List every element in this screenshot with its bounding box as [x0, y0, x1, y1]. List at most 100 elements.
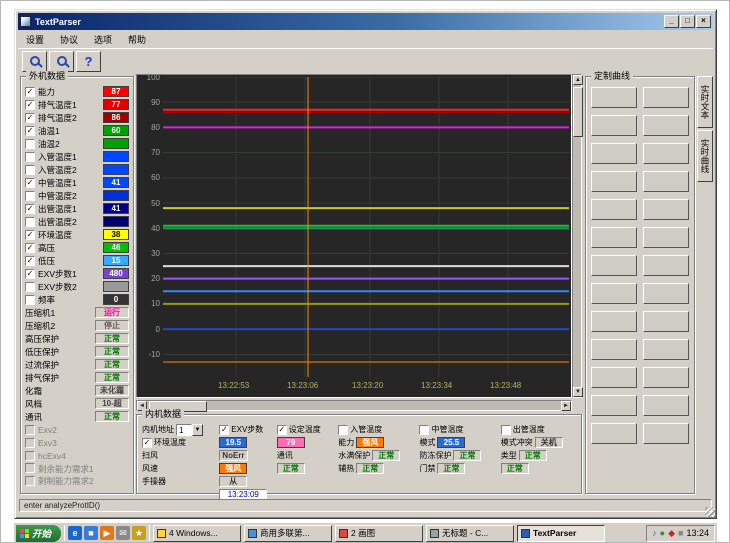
chart-horizontal-scrollbar[interactable]: ◄ ►: [136, 400, 572, 411]
outdoor-checkbox-exhaust-temp-2[interactable]: ✓: [25, 113, 35, 123]
outdoor-checkbox-high-pressure[interactable]: ✓: [25, 243, 35, 253]
custom-curve-slot-24[interactable]: [643, 395, 689, 416]
custom-curve-slot-23[interactable]: [591, 395, 637, 416]
outdoor-checkbox-mid-pipe-temp-1[interactable]: ✓: [25, 178, 35, 188]
custom-curve-slot-16[interactable]: [643, 283, 689, 304]
outdoor-checkbox-ambient-temp[interactable]: ✓: [25, 230, 35, 240]
custom-curve-slot-9[interactable]: [591, 199, 637, 220]
custom-curve-slot-5[interactable]: [591, 143, 637, 164]
y-axis-label: -10: [139, 350, 160, 359]
custom-curve-slot-18[interactable]: [643, 311, 689, 332]
indoor-checkbox-setpoint[interactable]: ✓: [277, 425, 287, 435]
quicklaunch-show-desktop-icon[interactable]: ■: [84, 526, 98, 540]
indoor-row: 强风: [219, 463, 274, 475]
menu-options[interactable]: 选项: [86, 31, 120, 48]
zoom-in-button[interactable]: [22, 51, 47, 72]
outdoor-checkbox-low-pressure[interactable]: ✓: [25, 256, 35, 266]
indoor-checkbox-address[interactable]: ✓: [142, 438, 152, 448]
maximize-button[interactable]: □: [680, 15, 695, 28]
resize-grip[interactable]: [705, 507, 715, 517]
custom-curve-slot-25[interactable]: [591, 423, 637, 444]
custom-curve-slot-15[interactable]: [591, 283, 637, 304]
indoor-checkbox-outlet[interactable]: [501, 425, 511, 435]
task-button-paint-group[interactable]: 2 画图: [335, 525, 423, 542]
outdoor-item-outlet-pipe-temp-2: 出管温度2: [25, 216, 129, 228]
start-button[interactable]: 开始: [16, 525, 61, 542]
realtime-curve-plot[interactable]: 1009080706050403020100-1013:22:5313:23:0…: [136, 74, 572, 398]
indoor-checkbox-mid[interactable]: [419, 425, 429, 435]
custom-curve-slot-11[interactable]: [591, 227, 637, 248]
outdoor-checkbox-oil-temp-1[interactable]: ✓: [25, 126, 35, 136]
dropdown-arrow-icon[interactable]: ▼: [192, 424, 203, 436]
scroll-right-arrow-icon[interactable]: ►: [561, 401, 571, 411]
help-button[interactable]: ?: [76, 51, 101, 72]
tray-ime-icon[interactable]: ■: [678, 529, 683, 538]
outdoor-checkbox-capacity[interactable]: ✓: [25, 87, 35, 97]
indoor-checkbox-inlet[interactable]: [338, 425, 348, 435]
outdoor-label-exv-steps-2: EXV步数2: [38, 281, 100, 293]
indoor-row: 扫风: [142, 450, 217, 462]
indoor-label: 手操器: [142, 476, 166, 487]
indoor-column-address: 内机地址1▼✓环境温度扫风风速手操器: [142, 424, 217, 501]
menu-settings[interactable]: 设置: [18, 31, 52, 48]
custom-curve-slot-21[interactable]: [591, 367, 637, 388]
task-button-untitled-c[interactable]: 无标题 - C...: [426, 525, 514, 542]
outdoor-checkbox-inlet-pipe-temp-2[interactable]: [25, 165, 35, 175]
tray-antivirus-icon[interactable]: ◆: [668, 529, 675, 538]
menu-help[interactable]: 帮助: [120, 31, 154, 48]
chart-canvas[interactable]: [163, 77, 569, 377]
outdoor-checkbox-mid-pipe-temp-2[interactable]: [25, 191, 35, 201]
quicklaunch-mail-icon[interactable]: ✉: [116, 526, 130, 540]
tab-realtime-text[interactable]: 实时文本: [697, 76, 713, 128]
outdoor-checkbox-oil-temp-2[interactable]: [25, 139, 35, 149]
task-button-doc-multi[interactable]: 商用多联第...: [244, 525, 332, 542]
close-button[interactable]: ×: [696, 15, 711, 28]
outdoor-checkbox-exhaust-temp-1[interactable]: ✓: [25, 100, 35, 110]
indoor-address-select[interactable]: 1▼: [176, 424, 203, 436]
chart-vertical-scrollbar[interactable]: ▲ ▼: [572, 74, 582, 398]
quicklaunch-media-player-icon[interactable]: ▶: [100, 526, 114, 540]
task-button-windows-group[interactable]: 4 Windows...: [153, 525, 241, 542]
custom-curve-slot-2[interactable]: [643, 87, 689, 108]
custom-curve-slot-26[interactable]: [643, 423, 689, 444]
custom-curve-slot-12[interactable]: [643, 227, 689, 248]
outdoor-label-ambient-temp: 环境温度: [38, 229, 100, 241]
custom-curve-slot-10[interactable]: [643, 199, 689, 220]
outdoor-checkbox-outlet-pipe-temp-2[interactable]: [25, 217, 35, 227]
outdoor-checkbox-exv-steps-1[interactable]: ✓: [25, 269, 35, 279]
outdoor-checkbox-outlet-pipe-temp-1[interactable]: ✓: [25, 204, 35, 214]
quicklaunch-favorites-icon[interactable]: ★: [132, 526, 146, 540]
indoor-checkbox-values[interactable]: ✓: [219, 425, 229, 435]
outdoor-checkbox-frequency[interactable]: [25, 295, 35, 305]
custom-curve-slot-4[interactable]: [643, 115, 689, 136]
custom-curve-slot-22[interactable]: [643, 367, 689, 388]
menu-protocol[interactable]: 协议: [52, 31, 86, 48]
minimize-button[interactable]: _: [664, 15, 679, 28]
custom-curve-slot-3[interactable]: [591, 115, 637, 136]
tab-realtime-curve[interactable]: 实时曲线: [697, 130, 713, 182]
outdoor-status-label-compressor-2: 压缩机2: [25, 320, 92, 332]
zoom-out-button[interactable]: [49, 51, 74, 72]
custom-curve-slot-20[interactable]: [643, 339, 689, 360]
scroll-up-arrow-icon[interactable]: ▲: [573, 75, 583, 85]
custom-curve-slot-6[interactable]: [643, 143, 689, 164]
task-button-textparser[interactable]: TextParser: [517, 525, 605, 542]
quicklaunch-ie-icon[interactable]: e: [68, 526, 82, 540]
outdoor-label-exv3: Exv3: [38, 438, 129, 448]
indoor-row: 79: [277, 437, 336, 449]
custom-curve-slot-7[interactable]: [591, 171, 637, 192]
custom-curve-slot-8[interactable]: [643, 171, 689, 192]
tray-network-icon[interactable]: ●: [660, 529, 665, 538]
custom-curve-slot-19[interactable]: [591, 339, 637, 360]
outdoor-item-mid-pipe-temp-2: 中管温度2: [25, 190, 129, 202]
outdoor-checkbox-inlet-pipe-temp-1[interactable]: [25, 152, 35, 162]
vertical-scroll-thumb[interactable]: [573, 87, 583, 137]
scroll-down-arrow-icon[interactable]: ▼: [573, 387, 583, 397]
custom-curve-slot-17[interactable]: [591, 311, 637, 332]
tray-volume-icon[interactable]: ♪: [652, 529, 657, 538]
custom-curve-slot-13[interactable]: [591, 255, 637, 276]
outdoor-checkbox-exv-steps-2[interactable]: [25, 282, 35, 292]
custom-curve-slot-14[interactable]: [643, 255, 689, 276]
custom-curve-slot-1[interactable]: [591, 87, 637, 108]
outdoor-label-frequency: 频率: [38, 294, 100, 306]
